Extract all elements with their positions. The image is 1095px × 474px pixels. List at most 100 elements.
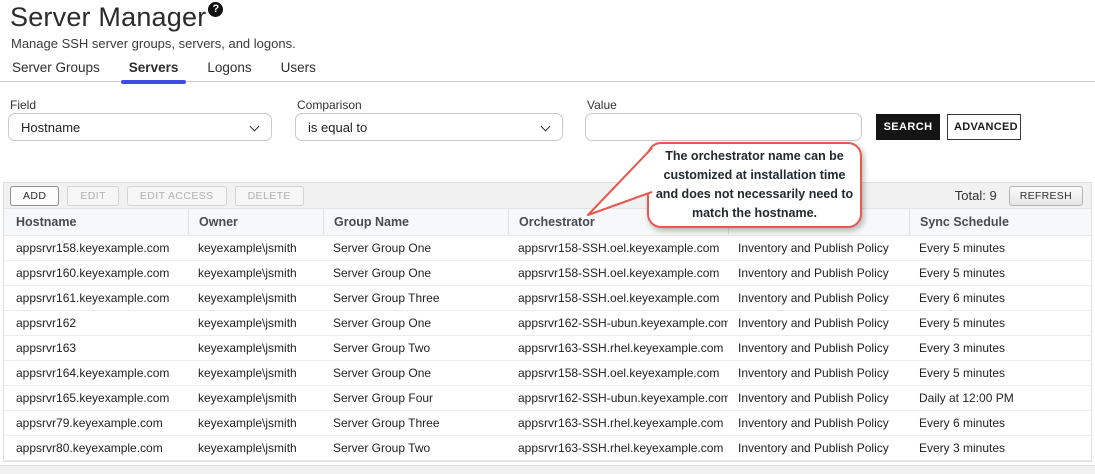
callout-line: match the hostname.: [649, 204, 860, 223]
table-cell: appsrvr158-SSH.oel.keyexample.com: [508, 291, 728, 305]
edit-button: EDIT: [67, 186, 119, 206]
table-cell: Every 3 minutes: [909, 441, 1091, 455]
table-cell: appsrvr162-SSH-ubun.keyexample.com: [508, 316, 728, 330]
search-button[interactable]: SEARCH: [876, 114, 940, 140]
table-cell: appsrvr162-SSH-ubun.keyexample.com: [508, 391, 728, 405]
table-body: appsrvr158.keyexample.comkeyexample\jsmi…: [4, 236, 1091, 461]
page-subtitle: Manage SSH server groups, servers, and l…: [11, 36, 296, 51]
table-cell: appsrvr163-SSH.rhel.keyexample.com: [508, 416, 728, 430]
refresh-button[interactable]: REFRESH: [1009, 186, 1083, 206]
field-select[interactable]: Hostname: [8, 113, 272, 141]
callout-line: The orchestrator name can be: [649, 147, 860, 166]
table-cell: appsrvr163-SSH.rhel.keyexample.com: [508, 441, 728, 455]
table-row[interactable]: appsrvr79.keyexample.comkeyexample\jsmit…: [4, 411, 1091, 436]
table-cell: Daily at 12:00 PM: [909, 391, 1091, 405]
comparison-label: Comparison: [297, 98, 362, 112]
comparison-select-value: is equal to: [308, 120, 367, 135]
column-header-sync-schedule[interactable]: Sync Schedule: [909, 209, 1091, 235]
table-cell: keyexample\jsmith: [188, 416, 323, 430]
chevron-down-icon: [541, 122, 551, 132]
table-cell: keyexample\jsmith: [188, 291, 323, 305]
table-cell: Every 5 minutes: [909, 266, 1091, 280]
table-cell: Inventory and Publish Policy: [728, 366, 909, 380]
column-header-hostname[interactable]: Hostname: [4, 209, 188, 235]
servers-table: ADD EDIT EDIT ACCESS DELETE Total: 9 REF…: [3, 182, 1092, 462]
table-cell: Server Group Two: [323, 441, 508, 455]
callout-tail-arrow: [578, 140, 660, 222]
table-cell: appsrvr80.keyexample.com: [4, 441, 188, 455]
table-cell: Every 5 minutes: [909, 241, 1091, 255]
table-header-row: Hostname Owner Group Name Orchestrator S…: [4, 209, 1091, 236]
table-row[interactable]: appsrvr80.keyexample.comkeyexample\jsmit…: [4, 436, 1091, 461]
tab-logons[interactable]: Logons: [206, 60, 252, 81]
table-cell: Inventory and Publish Policy: [728, 316, 909, 330]
table-cell: keyexample\jsmith: [188, 316, 323, 330]
tab-servers[interactable]: Servers: [128, 60, 180, 81]
page-header: Server Manager?: [10, 2, 223, 33]
column-header-owner[interactable]: Owner: [188, 209, 323, 235]
toolbar-right: Total: 9 REFRESH: [955, 186, 1085, 206]
field-label: Field: [10, 98, 36, 112]
table-footer-strip: [0, 465, 1095, 474]
table-row[interactable]: appsrvr158.keyexample.comkeyexample\jsmi…: [4, 236, 1091, 261]
table-cell: Inventory and Publish Policy: [728, 391, 909, 405]
total-count: Total: 9: [955, 188, 997, 203]
edit-access-button: EDIT ACCESS: [127, 186, 227, 206]
table-cell: Inventory and Publish Policy: [728, 266, 909, 280]
table-cell: Every 6 minutes: [909, 416, 1091, 430]
table-cell: Every 3 minutes: [909, 341, 1091, 355]
advanced-button[interactable]: ADVANCED: [947, 114, 1021, 140]
field-select-value: Hostname: [21, 120, 80, 135]
table-cell: Server Group Two: [323, 341, 508, 355]
add-button[interactable]: ADD: [10, 186, 59, 206]
table-row[interactable]: appsrvr164.keyexample.comkeyexample\jsmi…: [4, 361, 1091, 386]
table-cell: appsrvr162: [4, 316, 188, 330]
table-cell: Server Group One: [323, 241, 508, 255]
tab-server-groups[interactable]: Server Groups: [11, 60, 101, 81]
table-cell: appsrvr165.keyexample.com: [4, 391, 188, 405]
table-cell: keyexample\jsmith: [188, 366, 323, 380]
table-cell: appsrvr164.keyexample.com: [4, 366, 188, 380]
table-cell: keyexample\jsmith: [188, 341, 323, 355]
table-cell: keyexample\jsmith: [188, 441, 323, 455]
table-cell: Inventory and Publish Policy: [728, 291, 909, 305]
total-label: Total:: [955, 188, 986, 203]
value-input[interactable]: [585, 113, 862, 141]
help-icon[interactable]: ?: [208, 2, 223, 17]
table-cell: Server Group One: [323, 266, 508, 280]
table-cell: appsrvr79.keyexample.com: [4, 416, 188, 430]
table-cell: appsrvr158-SSH.oel.keyexample.com: [508, 366, 728, 380]
tab-users[interactable]: Users: [280, 60, 317, 81]
comparison-select[interactable]: is equal to: [295, 113, 563, 141]
table-cell: Every 5 minutes: [909, 316, 1091, 330]
table-cell: Server Group Four: [323, 391, 508, 405]
table-row[interactable]: appsrvr165.keyexample.comkeyexample\jsmi…: [4, 386, 1091, 411]
table-cell: Inventory and Publish Policy: [728, 241, 909, 255]
table-cell: appsrvr161.keyexample.com: [4, 291, 188, 305]
table-toolbar: ADD EDIT EDIT ACCESS DELETE Total: 9 REF…: [4, 183, 1091, 209]
table-cell: Server Group One: [323, 366, 508, 380]
table-cell: Server Group Three: [323, 291, 508, 305]
table-row[interactable]: appsrvr163keyexample\jsmithServer Group …: [4, 336, 1091, 361]
table-row[interactable]: appsrvr160.keyexample.comkeyexample\jsmi…: [4, 261, 1091, 286]
table-cell: Every 5 minutes: [909, 366, 1091, 380]
table-row[interactable]: appsrvr161.keyexample.comkeyexample\jsmi…: [4, 286, 1091, 311]
callout-line: and does not necessarily need to: [649, 185, 860, 204]
table-cell: keyexample\jsmith: [188, 241, 323, 255]
table-cell: appsrvr158-SSH.oel.keyexample.com: [508, 241, 728, 255]
table-cell: appsrvr163-SSH.rhel.keyexample.com: [508, 341, 728, 355]
value-label: Value: [587, 98, 617, 112]
table-cell: Server Group Three: [323, 416, 508, 430]
table-cell: Inventory and Publish Policy: [728, 441, 909, 455]
table-row[interactable]: appsrvr162keyexample\jsmithServer Group …: [4, 311, 1091, 336]
table-cell: appsrvr163: [4, 341, 188, 355]
table-cell: keyexample\jsmith: [188, 266, 323, 280]
table-cell: Inventory and Publish Policy: [728, 341, 909, 355]
total-value: 9: [989, 188, 996, 203]
table-cell: Server Group One: [323, 316, 508, 330]
chevron-down-icon: [250, 122, 260, 132]
callout-line: customized at installation time: [649, 166, 860, 185]
table-cell: appsrvr158-SSH.oel.keyexample.com: [508, 266, 728, 280]
column-header-group-name[interactable]: Group Name: [323, 209, 508, 235]
table-cell: appsrvr160.keyexample.com: [4, 266, 188, 280]
